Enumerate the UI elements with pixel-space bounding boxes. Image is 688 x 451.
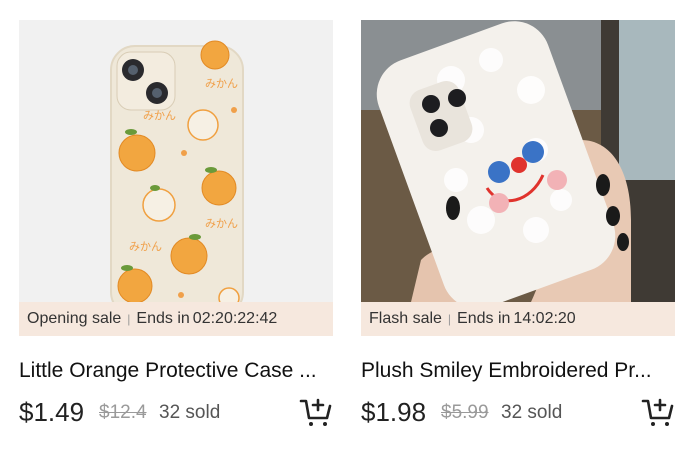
countdown-timer: 14:02:20 (513, 310, 576, 327)
product-card[interactable]: みかん みかん みかん みかん Opening sale | Ends in 0… (19, 20, 333, 445)
promo-label: Flash sale (369, 310, 442, 327)
promo-banner: Opening sale | Ends in 02:20:22:42 (19, 302, 333, 336)
ends-label: Ends in (457, 310, 511, 327)
product-card[interactable]: Flash sale | Ends in 14:02:20 Plush Smil… (361, 20, 675, 445)
add-to-cart-icon[interactable] (641, 396, 675, 428)
image-text-mikan: みかん (129, 240, 162, 253)
ends-label: Ends in (136, 310, 190, 327)
image-text-mikan: みかん (205, 217, 238, 230)
product-title[interactable]: Plush Smiley Embroidered Pr... (361, 357, 675, 385)
product-title[interactable]: Little Orange Protective Case ... (19, 357, 333, 385)
current-price: $1.49 (19, 397, 85, 427)
sold-count: 32 sold (501, 402, 563, 423)
product-image[interactable]: みかん みかん みかん みかん (19, 20, 333, 302)
product-image[interactable] (361, 20, 675, 302)
separator: | (447, 312, 452, 326)
price-row: $1.49 $12.4 32 sold (19, 394, 333, 430)
sold-count: 32 sold (159, 402, 221, 423)
price-row: $1.98 $5.99 32 sold (361, 394, 675, 430)
image-text-mikan: みかん (143, 109, 176, 122)
current-price: $1.98 (361, 397, 427, 427)
original-price: $5.99 (441, 402, 489, 423)
countdown-timer: 02:20:22:42 (192, 310, 278, 327)
add-to-cart-icon[interactable] (299, 396, 333, 428)
image-text-mikan: みかん (205, 77, 238, 90)
original-price: $12.4 (99, 402, 147, 423)
promo-banner: Flash sale | Ends in 14:02:20 (361, 302, 675, 336)
promo-label: Opening sale (27, 310, 122, 327)
separator: | (127, 312, 131, 326)
